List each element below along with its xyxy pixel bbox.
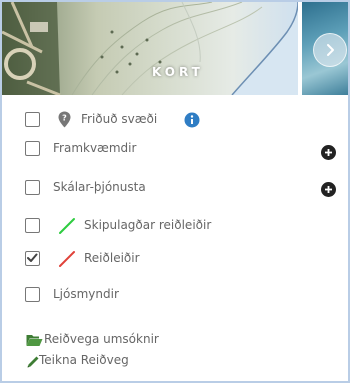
layer-list: ? Friðuð svæði Framkvæmdir Skálar-þjónus… [2,95,348,381]
layer-row-construction: Framkvæmdir [2,135,348,163]
layer-checkbox-riding-trails[interactable] [25,251,40,266]
checkmark-icon [27,253,38,262]
layer-label-construction: Framkvæmdir [53,141,137,155]
red-line-legend-icon [59,251,75,267]
layer-row-planned-riding-trails: Skipulagðar reiðleiðir [2,212,348,240]
basemap-strip: KORT [2,2,348,95]
svg-text:?: ? [62,114,67,123]
layer-label-protected-areas: Friðuð svæði [81,112,158,126]
green-line-legend-icon [59,218,75,234]
layer-panel-frame: KORT ? Friðuð svæði Framkvæmdir Skálar-þ… [0,0,350,383]
expand-huts-services-button[interactable] [321,182,336,197]
map-terrain-graphic [2,2,298,95]
layer-checkbox-photographs[interactable] [25,287,40,302]
basemap-next-button[interactable] [313,33,347,67]
plus-icon [325,149,332,156]
layer-checkbox-protected-areas[interactable] [25,112,40,127]
expand-construction-button[interactable] [321,145,336,160]
applications-link-label: Reiðvega umsóknir [44,332,159,346]
layer-label-planned-riding-trails: Skipulagðar reiðleiðir [84,218,212,232]
plus-icon [325,186,332,193]
chevron-right-icon [327,44,334,56]
layer-row-riding-trails: Reiðleiðir [2,245,348,273]
layer-checkbox-planned-riding-trails[interactable] [25,218,40,233]
layer-checkbox-huts-services[interactable] [25,180,40,195]
basemap-label: KORT [152,65,204,79]
folder-open-icon [26,335,43,346]
location-pin-icon: ? [58,111,71,128]
draw-link-label: Teikna Reiðveg [39,353,129,367]
layer-row-huts-services: Skálar-þjónusta [2,174,348,202]
layer-checkbox-construction[interactable] [25,141,40,156]
info-icon[interactable] [184,112,200,128]
layer-label-huts-services: Skálar-þjónusta [53,180,146,194]
layer-row-protected-areas: ? Friðuð svæði [2,106,348,134]
layer-row-photographs: Ljósmyndir [2,281,348,309]
layer-label-photographs: Ljósmyndir [53,287,119,301]
basemap-thumbnail[interactable]: KORT [2,2,298,95]
layer-label-riding-trails: Reiðleiðir [84,251,140,265]
